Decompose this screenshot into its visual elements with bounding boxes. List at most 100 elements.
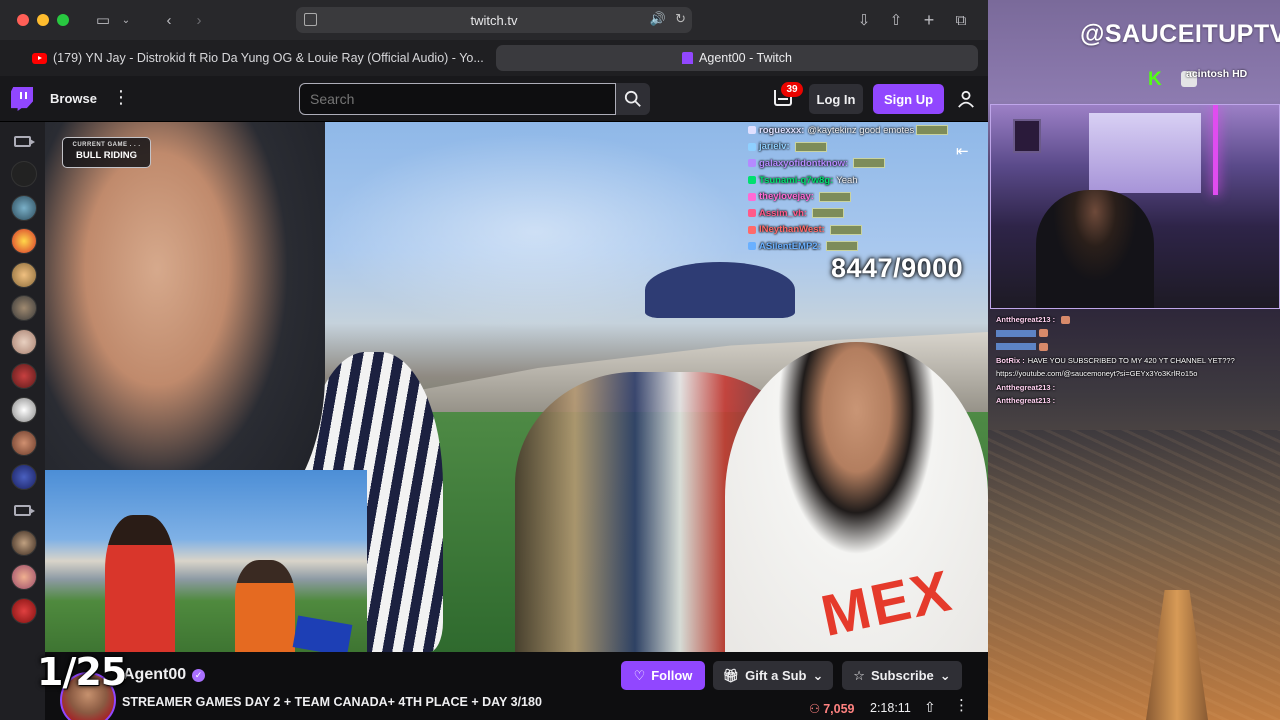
followed-channels-icon[interactable] xyxy=(14,136,35,147)
chat-username[interactable]: ASilentEMP2: xyxy=(759,241,821,252)
overlay-chat-username: Antthegreat213 : xyxy=(996,382,1056,392)
city-background xyxy=(988,430,1280,720)
overlay-chat-text: https://youtube.com/@saucemoneyt?si=GEYx… xyxy=(996,369,1198,379)
more-menu-icon[interactable]: ⋮ xyxy=(112,88,130,106)
chat-username[interactable]: roguexxx: xyxy=(759,125,804,136)
login-button[interactable]: Log In xyxy=(809,84,863,114)
channel-avatar[interactable] xyxy=(11,161,37,187)
speaker-icon[interactable]: 🔊 xyxy=(650,11,666,27)
episode-counter: 1/25 xyxy=(37,650,127,694)
video-player[interactable]: MEX CURRENT GAME . . . BULL RIDING rogue… xyxy=(45,122,988,652)
stream-title: STREAMER GAMES DAY 2 + TEAM CANADA+ 4TH … xyxy=(122,695,542,709)
current-game-badge: CURRENT GAME . . . BULL RIDING xyxy=(62,137,151,168)
address-bar[interactable]: twitch.tv 🔊 ↻ xyxy=(296,7,692,33)
browser-window: ▭ ⌄ ‹ › twitch.tv 🔊 ↻ ⇩ ⇧ + ⧉ (179) YN J… xyxy=(0,0,988,720)
umbrella xyxy=(645,262,795,318)
gift-sub-button[interactable]: 🎁︎ Gift a Sub ⌄ xyxy=(713,661,833,690)
streamer-handle: @SAUCEITUPTV xyxy=(1080,20,1280,48)
channel-avatar[interactable] xyxy=(11,430,37,456)
zoom-window-button[interactable] xyxy=(57,14,69,26)
channel-avatar[interactable] xyxy=(11,329,37,355)
share-icon[interactable]: ⇧ xyxy=(885,8,907,32)
overlay-chat: Antthegreat213 : BotRix : HAVE YOU SUBSCRI… xyxy=(996,313,1276,408)
chat-message: galaxyofidontknow: xyxy=(748,155,978,172)
emote-icon xyxy=(1039,329,1048,338)
url-text: twitch.tv xyxy=(470,12,518,28)
chat-badge-icon xyxy=(748,159,756,168)
channel-avatar[interactable] xyxy=(11,295,37,321)
channel-avatar[interactable] xyxy=(11,397,37,423)
page-settings-icon[interactable] xyxy=(304,13,317,26)
user-icon[interactable] xyxy=(957,90,975,108)
tab-bar: (179) YN Jay - Distrokid ft Rio Da Yung … xyxy=(0,40,988,76)
collapse-icon[interactable]: ⇤ xyxy=(956,142,969,160)
twitch-logo-icon[interactable] xyxy=(11,87,33,111)
heart-icon: ♡ xyxy=(633,667,646,683)
forward-button[interactable]: › xyxy=(188,8,210,32)
reload-icon[interactable]: ↻ xyxy=(675,11,686,27)
chat-username[interactable]: galaxyofidontknow: xyxy=(759,158,848,169)
channel-avatar[interactable] xyxy=(11,363,37,389)
window-controls xyxy=(17,14,69,26)
overlay-chat-message: Antthegreat213 : xyxy=(996,381,1276,395)
channel-avatar[interactable] xyxy=(11,195,37,221)
chat-badge-icon xyxy=(748,176,756,185)
gift-icon: 🎁︎ xyxy=(722,667,740,683)
channel-avatar[interactable] xyxy=(11,262,37,288)
twitch-icon xyxy=(682,52,694,64)
drive-label: acintosh HD xyxy=(1186,68,1248,80)
streamer xyxy=(1036,190,1154,308)
game-badge-title: BULL RIDING xyxy=(75,150,138,161)
browse-link[interactable]: Browse xyxy=(50,91,97,106)
overlay-chat-username: Antthegreat213 : xyxy=(996,396,1056,406)
stream-chat-overlay: roguexxx: @kaytekinz good emotes jarielv: g… xyxy=(748,122,978,255)
subscribe-label: Subscribe xyxy=(870,668,934,683)
search-input[interactable] xyxy=(299,83,616,115)
subscribe-button[interactable]: ☆ Subscribe ⌄ xyxy=(842,661,962,690)
chat-username[interactable]: Tsunami-q7w8g: xyxy=(759,175,833,186)
channel-avatar[interactable] xyxy=(11,598,37,624)
signup-button[interactable]: Sign Up xyxy=(873,84,944,114)
channel-avatar[interactable] xyxy=(11,228,37,254)
tab-youtube[interactable]: (179) YN Jay - Distrokid ft Rio Da Yung … xyxy=(28,45,490,71)
more-options-icon[interactable]: ⋮ xyxy=(954,698,969,713)
follow-label: Follow xyxy=(651,668,693,683)
chat-username[interactable]: INeythanWest: xyxy=(759,224,825,235)
recommended-channels-icon[interactable] xyxy=(14,505,35,516)
browser-titlebar: ▭ ⌄ ‹ › twitch.tv 🔊 ↻ ⇩ ⇧ + ⧉ xyxy=(0,0,988,40)
search-button[interactable] xyxy=(616,83,650,115)
chat-message: INeythanWest: xyxy=(748,222,978,239)
kick-icon: K xyxy=(1148,69,1162,90)
chat-badge-icon xyxy=(748,225,756,234)
back-button[interactable]: ‹ xyxy=(158,8,180,32)
chat-username[interactable]: jarielv: xyxy=(759,141,790,152)
screen: ▭ ⌄ ‹ › twitch.tv 🔊 ↻ ⇩ ⇧ + ⧉ (179) YN J… xyxy=(0,0,1280,720)
verified-icon: ✓ xyxy=(192,669,205,682)
follow-button[interactable]: ♡ Follow xyxy=(621,661,705,690)
close-window-button[interactable] xyxy=(17,14,29,26)
channel-info-bar: Agent00 ✓ STREAMER GAMES DAY 2 + TEAM CA… xyxy=(45,652,988,720)
emote-icon xyxy=(853,158,886,169)
overlay-chat-username xyxy=(996,329,1036,337)
channel-avatar[interactable] xyxy=(11,564,37,590)
person-icon: ⚇ xyxy=(809,702,821,716)
share-icon[interactable]: ⇧ xyxy=(924,699,936,716)
new-tab-icon[interactable]: + xyxy=(918,8,940,32)
chat-username[interactable]: theylovejay: xyxy=(759,191,814,202)
sidebar-toggle-icon[interactable]: ▭ xyxy=(92,8,114,32)
led-strip xyxy=(1213,105,1218,195)
emote-icon xyxy=(818,191,851,202)
channel-avatar[interactable] xyxy=(11,530,37,556)
person xyxy=(105,515,175,652)
tab-twitch[interactable]: Agent00 - Twitch xyxy=(496,45,978,71)
chat-username[interactable]: Assim_vh: xyxy=(759,208,807,219)
channel-avatar[interactable] xyxy=(11,464,37,490)
chevron-down-icon[interactable]: ⌄ xyxy=(118,8,134,32)
channel-name[interactable]: Agent00 xyxy=(123,666,186,684)
downloads-icon[interactable]: ⇩ xyxy=(853,8,875,32)
tab-overview-icon[interactable]: ⧉ xyxy=(950,8,972,32)
minimize-window-button[interactable] xyxy=(37,14,49,26)
chat-badge-icon xyxy=(748,192,756,201)
chat-message: Tsunami-q7w8g: Yeah xyxy=(748,172,978,189)
youtube-icon xyxy=(32,52,47,64)
